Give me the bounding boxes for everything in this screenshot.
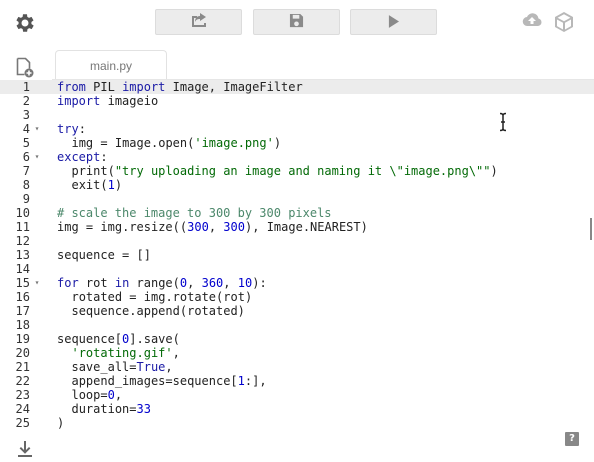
code-text: try: — [57, 122, 86, 136]
line-number: 12 — [15, 234, 30, 248]
share-button[interactable] — [155, 9, 242, 35]
tab-main-py[interactable]: main.py — [55, 50, 167, 80]
fold-arrow-icon[interactable]: ▾ — [32, 150, 42, 164]
line-number: 3 — [22, 108, 30, 122]
code-text: sequence = [] — [57, 248, 151, 262]
line-number: 18 — [15, 318, 30, 332]
code-line[interactable]: 22 append_images=sequence[1:], — [0, 374, 594, 388]
save-button[interactable] — [253, 9, 340, 35]
line-number: 10 — [15, 206, 30, 220]
code-line[interactable]: 20 'rotating.gif', — [0, 346, 594, 360]
download-icon[interactable] — [15, 439, 35, 459]
floppy-disk-icon — [289, 13, 304, 32]
line-number: 6 — [22, 150, 30, 164]
code-text: img = img.resize((300, 300), Image.NEARE… — [57, 220, 368, 234]
line-number: 17 — [15, 304, 30, 318]
text-cursor-icon — [498, 112, 508, 132]
code-text: loop=0, — [71, 388, 123, 402]
code-line[interactable]: 14 — [0, 262, 594, 276]
code-line[interactable]: 2 import imageio — [0, 94, 594, 108]
code-line[interactable]: 18 — [0, 318, 594, 332]
code-line[interactable]: 16 rotated = img.rotate(rot) — [0, 290, 594, 304]
line-number: 9 — [22, 192, 30, 206]
code-line[interactable]: 10 # scale the image to 300 by 300 pixels — [0, 206, 594, 220]
cube-icon[interactable] — [555, 12, 573, 32]
line-number: 24 — [15, 402, 30, 416]
code-text: rotated = img.rotate(rot) — [71, 290, 253, 304]
code-line[interactable]: 6 ▾ except: — [0, 150, 594, 164]
line-number: 11 — [15, 220, 30, 234]
code-text: # scale the image to 300 by 300 pixels — [57, 206, 332, 220]
code-line[interactable]: 5 img = Image.open('image.png') — [0, 136, 594, 150]
line-number: 23 — [15, 388, 30, 402]
play-icon — [388, 13, 399, 32]
code-line[interactable]: 9 — [0, 192, 594, 206]
line-number: 7 — [22, 164, 30, 178]
line-number: 8 — [22, 178, 30, 192]
code-line[interactable]: 17 sequence.append(rotated) — [0, 304, 594, 318]
code-text: except: — [57, 150, 108, 164]
line-number: 1 — [22, 80, 30, 94]
code-text: from PIL import Image, ImageFilter — [57, 80, 303, 94]
fold-arrow-icon[interactable]: ▾ — [32, 276, 42, 290]
code-line[interactable]: 13 sequence = [] — [0, 248, 594, 262]
line-number: 25 — [15, 416, 30, 430]
code-line[interactable]: 23 loop=0, — [0, 388, 594, 402]
new-file-icon[interactable] — [16, 57, 34, 79]
help-button[interactable]: ? — [565, 432, 579, 446]
code-line[interactable]: 12 — [0, 234, 594, 248]
line-number: 4 — [22, 122, 30, 136]
line-number: 2 — [22, 94, 30, 108]
editor-scrollbar[interactable] — [590, 218, 592, 240]
code-line[interactable]: 25) — [0, 416, 594, 430]
fold-arrow-icon[interactable]: ▾ — [32, 122, 42, 136]
share-icon — [190, 12, 208, 32]
code-text: img = Image.open('image.png') — [71, 136, 282, 150]
tab-label: main.py — [89, 58, 133, 73]
code-editor[interactable]: 1 from PIL import Image, ImageFilter 2 impo… — [0, 80, 594, 432]
code-text: exit(1) — [71, 178, 123, 192]
code-text: duration=33 — [71, 402, 151, 416]
line-number: 13 — [15, 248, 30, 262]
line-number: 22 — [15, 374, 30, 388]
code-line[interactable]: 19 sequence[0].save( — [0, 332, 594, 346]
code-line[interactable]: 1 from PIL import Image, ImageFilter — [0, 80, 594, 94]
run-button[interactable] — [350, 9, 437, 35]
code-line[interactable]: 24 duration=33 — [0, 402, 594, 416]
code-text: save_all=True, — [71, 360, 173, 374]
code-text: 'rotating.gif', — [71, 346, 180, 360]
line-number: 21 — [15, 360, 30, 374]
code-text: import imageio — [57, 94, 159, 108]
code-text: append_images=sequence[1:], — [71, 374, 267, 388]
line-number: 14 — [15, 262, 30, 276]
line-number: 19 — [15, 332, 30, 346]
cloud-upload-icon[interactable] — [521, 12, 543, 32]
code-text: for rot in range(0, 360, 10): — [57, 276, 267, 290]
code-text: sequence.append(rotated) — [71, 304, 245, 318]
code-text: print("try uploading an image and naming… — [71, 164, 498, 178]
code-text: ) — [57, 416, 65, 430]
code-text: sequence[0].save( — [57, 332, 180, 346]
line-number: 16 — [15, 290, 30, 304]
line-number: 20 — [15, 346, 30, 360]
line-number: 15 — [15, 276, 30, 290]
settings-gear-icon[interactable] — [13, 11, 37, 35]
code-line[interactable]: 15 ▾ for rot in range(0, 360, 10): — [0, 276, 594, 290]
line-number: 5 — [22, 136, 30, 150]
code-line[interactable]: 11 img = img.resize((300, 300), Image.NEA… — [0, 220, 594, 234]
code-line[interactable]: 8 exit(1) — [0, 178, 594, 192]
code-line[interactable]: 7 print("try uploading an image and nami… — [0, 164, 594, 178]
code-line[interactable]: 21 save_all=True, — [0, 360, 594, 374]
